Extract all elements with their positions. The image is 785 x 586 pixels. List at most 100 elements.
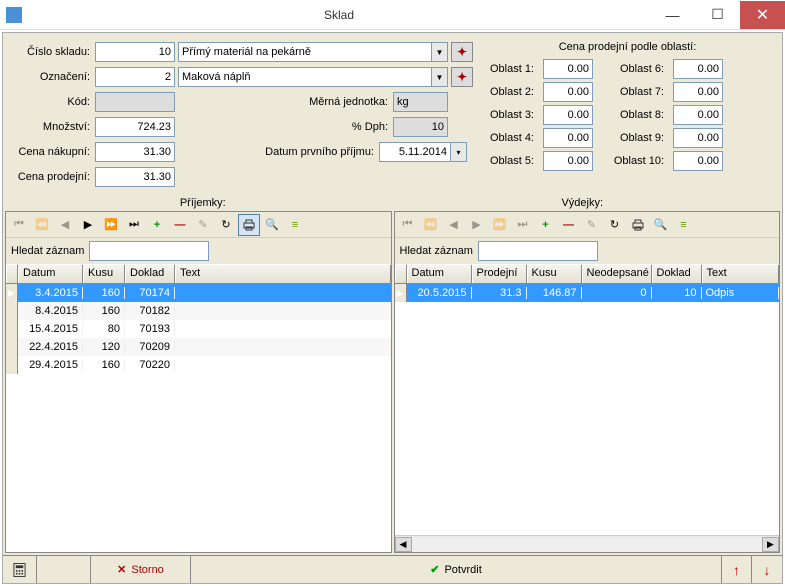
- next-button[interactable]: ▶: [77, 214, 99, 236]
- print-button[interactable]: [238, 214, 260, 236]
- sklad-lookup-button[interactable]: ✦: [451, 42, 473, 62]
- table-row[interactable]: ▶3.4.201516070174: [6, 284, 391, 302]
- export-button[interactable]: ≡: [284, 214, 306, 236]
- col-kusu[interactable]: Kusu: [83, 265, 125, 283]
- scroll-left-icon[interactable]: ◀: [395, 537, 412, 552]
- col-text[interactable]: Text: [702, 265, 780, 283]
- merna-label: Měrná jednotka:: [175, 96, 393, 108]
- oblast-input[interactable]: [673, 59, 723, 79]
- add-button[interactable]: +: [146, 214, 168, 236]
- col-prodejni[interactable]: Prodejní: [472, 265, 527, 283]
- oblast-input[interactable]: [673, 128, 723, 148]
- export-button[interactable]: ≡: [673, 214, 695, 236]
- window-title: Sklad: [28, 8, 650, 22]
- refresh-button[interactable]: ↻: [215, 214, 237, 236]
- prev-page-button[interactable]: ⏪: [420, 214, 442, 236]
- search-label: Hledat záznam: [11, 245, 84, 257]
- oblast-input[interactable]: [543, 128, 593, 148]
- kod-label: Kód:: [13, 96, 95, 108]
- oznaceni-dropdown-button[interactable]: ▼: [431, 67, 448, 87]
- edit-button[interactable]: ✎: [581, 214, 603, 236]
- oznaceni-input[interactable]: [95, 67, 175, 87]
- prijemky-grid[interactable]: ▶3.4.2015160701748.4.20151607018215.4.20…: [6, 284, 391, 552]
- datum-input[interactable]: [379, 142, 451, 162]
- col-neodepsane[interactable]: Neodepsané: [582, 265, 652, 283]
- sklad-dropdown-button[interactable]: ▼: [431, 42, 448, 62]
- col-datum[interactable]: Datum: [407, 265, 472, 283]
- vydejky-search-input[interactable]: [478, 241, 598, 261]
- col-doklad[interactable]: Doklad: [652, 265, 702, 283]
- down-button[interactable]: ↓: [752, 556, 782, 583]
- minimize-button[interactable]: —: [650, 1, 695, 29]
- oblast-label: Oblast 2:: [483, 86, 539, 98]
- table-row[interactable]: 15.4.20158070193: [6, 320, 391, 338]
- first-button[interactable]: ⏮: [397, 214, 419, 236]
- col-kusu[interactable]: Kusu: [527, 265, 582, 283]
- prev-button[interactable]: ◀: [443, 214, 465, 236]
- nakupni-label: Cena nákupní:: [13, 146, 95, 158]
- add-button[interactable]: +: [535, 214, 557, 236]
- prijemky-pane: ⏮ ⏪ ◀ ▶ ⏩ ⏭ + — ✎ ↻ 🔍 ≡ Hledat záznam Da: [5, 211, 392, 553]
- first-button[interactable]: ⏮: [8, 214, 30, 236]
- oblast-input[interactable]: [543, 151, 593, 171]
- remove-button[interactable]: —: [169, 214, 191, 236]
- col-doklad[interactable]: Doklad: [125, 265, 175, 283]
- next-page-button[interactable]: ⏩: [489, 214, 511, 236]
- prijemky-toolbar: ⏮ ⏪ ◀ ▶ ⏩ ⏭ + — ✎ ↻ 🔍 ≡: [6, 212, 391, 238]
- oblast-label: Oblast 6:: [613, 63, 669, 75]
- prijemky-title: Příjemky:: [13, 195, 393, 211]
- last-button[interactable]: ⏭: [123, 214, 145, 236]
- oblasti-title: Cena prodejní podle oblastí:: [483, 41, 772, 55]
- table-row[interactable]: 22.4.201512070209: [6, 338, 391, 356]
- titlebar: Sklad — ☐ ✕: [0, 0, 785, 30]
- datum-dropdown-button[interactable]: ▾: [450, 142, 467, 162]
- oznaceni-label: Označení:: [13, 71, 95, 83]
- oznaceni-popis-input[interactable]: [178, 67, 432, 87]
- oblast-input[interactable]: [543, 105, 593, 125]
- datum-label: Datum prvního příjmu:: [175, 146, 379, 158]
- vydejky-toolbar: ⏮ ⏪ ◀ ▶ ⏩ ⏭ + — ✎ ↻ 🔍 ≡: [395, 212, 780, 238]
- oblast-input[interactable]: [543, 59, 593, 79]
- sklad-popis-input[interactable]: [178, 42, 432, 62]
- prijemky-search-input[interactable]: [89, 241, 209, 261]
- search-button[interactable]: 🔍: [261, 214, 283, 236]
- mnozstvi-label: Množství:: [13, 121, 95, 133]
- prev-button[interactable]: ◀: [54, 214, 76, 236]
- oblast-label: Oblast 1:: [483, 63, 539, 75]
- storno-button[interactable]: ✕Storno: [91, 556, 191, 583]
- cislo-skladu-input[interactable]: [95, 42, 175, 62]
- table-row[interactable]: 29.4.201516070220: [6, 356, 391, 374]
- close-button[interactable]: ✕: [740, 1, 785, 29]
- prev-page-button[interactable]: ⏪: [31, 214, 53, 236]
- oznaceni-lookup-button[interactable]: ✦: [451, 67, 473, 87]
- last-button[interactable]: ⏭: [512, 214, 534, 236]
- prodejni-input[interactable]: [95, 167, 175, 187]
- oblast-label: Oblast 8:: [613, 109, 669, 121]
- scroll-right-icon[interactable]: ▶: [762, 537, 779, 552]
- maximize-button[interactable]: ☐: [695, 1, 740, 29]
- oblast-input[interactable]: [543, 82, 593, 102]
- col-datum[interactable]: Datum: [18, 265, 83, 283]
- search-button[interactable]: 🔍: [650, 214, 672, 236]
- up-button[interactable]: ↑: [722, 556, 752, 583]
- dph-label: % Dph:: [175, 121, 393, 133]
- calculator-button[interactable]: [3, 556, 37, 583]
- table-row[interactable]: ▶20.5.201531.3146.87010Odpis: [395, 284, 780, 302]
- oblast-input[interactable]: [673, 105, 723, 125]
- table-row[interactable]: 8.4.201516070182: [6, 302, 391, 320]
- oblast-input[interactable]: [673, 151, 723, 171]
- refresh-button[interactable]: ↻: [604, 214, 626, 236]
- vydejky-hscroll[interactable]: ◀ ▶: [395, 535, 780, 552]
- next-page-button[interactable]: ⏩: [100, 214, 122, 236]
- remove-button[interactable]: —: [558, 214, 580, 236]
- nakupni-input[interactable]: [95, 142, 175, 162]
- print-button[interactable]: [627, 214, 649, 236]
- edit-button[interactable]: ✎: [192, 214, 214, 236]
- col-text[interactable]: Text: [175, 265, 391, 283]
- oblast-input[interactable]: [673, 82, 723, 102]
- mnozstvi-input[interactable]: [95, 117, 175, 137]
- dph-input: [393, 117, 448, 137]
- next-button[interactable]: ▶: [466, 214, 488, 236]
- vydejky-grid[interactable]: ▶20.5.201531.3146.87010Odpis: [395, 284, 780, 535]
- potvrdit-button[interactable]: ✔Potvrdit: [191, 556, 722, 583]
